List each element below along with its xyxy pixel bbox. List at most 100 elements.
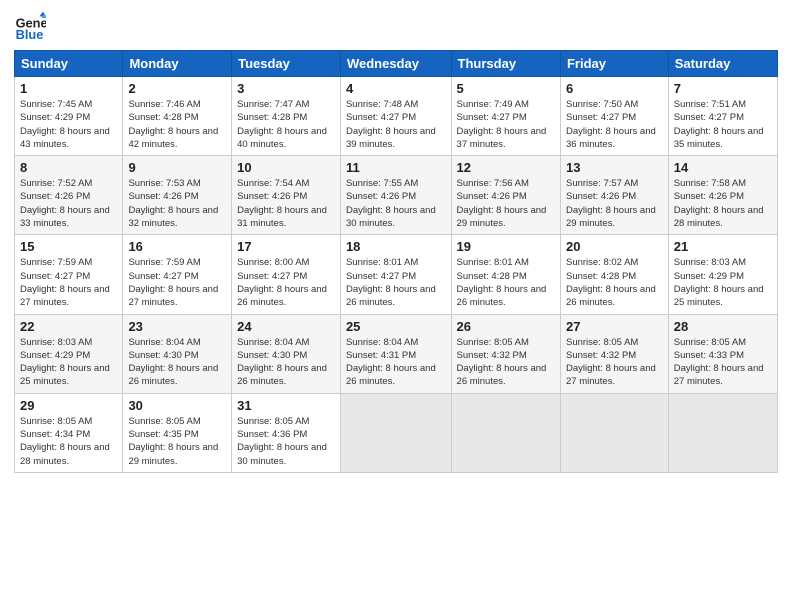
day-info: Sunrise: 7:51 AMSunset: 4:27 PMDaylight:…: [674, 98, 772, 151]
day-number: 9: [128, 160, 226, 175]
day-cell-8: 8 Sunrise: 7:52 AMSunset: 4:26 PMDaylight…: [15, 156, 123, 235]
day-info: Sunrise: 7:46 AMSunset: 4:28 PMDaylight:…: [128, 98, 226, 151]
day-number: 18: [346, 239, 446, 254]
day-number: 16: [128, 239, 226, 254]
day-info: Sunrise: 7:56 AMSunset: 4:26 PMDaylight:…: [457, 177, 555, 230]
day-info: Sunrise: 7:59 AMSunset: 4:27 PMDaylight:…: [20, 256, 117, 309]
page: General Blue SundayMondayTuesdayWednesda…: [0, 0, 792, 612]
day-info: Sunrise: 8:04 AMSunset: 4:31 PMDaylight:…: [346, 336, 446, 389]
empty-cell: [560, 393, 668, 472]
day-cell-2: 2 Sunrise: 7:46 AMSunset: 4:28 PMDaylight…: [123, 77, 232, 156]
day-number: 20: [566, 239, 663, 254]
day-info: Sunrise: 7:48 AMSunset: 4:27 PMDaylight:…: [346, 98, 446, 151]
day-info: Sunrise: 8:00 AMSunset: 4:27 PMDaylight:…: [237, 256, 335, 309]
day-info: Sunrise: 8:05 AMSunset: 4:32 PMDaylight:…: [566, 336, 663, 389]
day-cell-3: 3Sunrise: 7:47 AMSunset: 4:28 PMDaylight…: [232, 77, 341, 156]
day-number: 28: [674, 319, 772, 334]
day-number: 5: [457, 81, 555, 96]
empty-cell: [451, 393, 560, 472]
weekday-sunday: Sunday: [15, 51, 123, 77]
day-cell-30: 30 Sunrise: 8:05 AMSunset: 4:35 PMDayligh…: [123, 393, 232, 472]
day-number: 24: [237, 319, 335, 334]
day-number: 8: [20, 160, 117, 175]
day-number: 27: [566, 319, 663, 334]
day-info: Sunrise: 8:05 AMSunset: 4:33 PMDaylight:…: [674, 336, 772, 389]
day-cell-28: 28 Sunrise: 8:05 AMSunset: 4:33 PMDayligh…: [668, 314, 777, 393]
day-info: Sunrise: 8:03 AMSunset: 4:29 PMDaylight:…: [674, 256, 772, 309]
day-info: Sunrise: 8:01 AMSunset: 4:27 PMDaylight:…: [346, 256, 446, 309]
weekday-thursday: Thursday: [451, 51, 560, 77]
day-cell-6: 6Sunrise: 7:50 AMSunset: 4:27 PMDaylight…: [560, 77, 668, 156]
day-number: 15: [20, 239, 117, 254]
day-info: Sunrise: 7:53 AMSunset: 4:26 PMDaylight:…: [128, 177, 226, 230]
day-info: Sunrise: 7:50 AMSunset: 4:27 PMDaylight:…: [566, 98, 663, 151]
day-cell-9: 9 Sunrise: 7:53 AMSunset: 4:26 PMDaylight…: [123, 156, 232, 235]
day-number: 29: [20, 398, 117, 413]
day-number: 7: [674, 81, 772, 96]
day-cell-11: 11 Sunrise: 7:55 AMSunset: 4:26 PMDayligh…: [340, 156, 451, 235]
day-number: 13: [566, 160, 663, 175]
day-number: 25: [346, 319, 446, 334]
day-number: 11: [346, 160, 446, 175]
day-info: Sunrise: 8:04 AMSunset: 4:30 PMDaylight:…: [128, 336, 226, 389]
day-number: 21: [674, 239, 772, 254]
day-info: Sunrise: 7:59 AMSunset: 4:27 PMDaylight:…: [128, 256, 226, 309]
day-info: Sunrise: 7:58 AMSunset: 4:26 PMDaylight:…: [674, 177, 772, 230]
day-number: 31: [237, 398, 335, 413]
week-row-2: 8 Sunrise: 7:52 AMSunset: 4:26 PMDaylight…: [15, 156, 778, 235]
empty-cell: [340, 393, 451, 472]
day-number: 4: [346, 81, 446, 96]
day-info: Sunrise: 8:03 AMSunset: 4:29 PMDaylight:…: [20, 336, 117, 389]
day-cell-22: 22Sunrise: 8:03 AMSunset: 4:29 PMDayligh…: [15, 314, 123, 393]
day-number: 2: [128, 81, 226, 96]
day-cell-21: 21 Sunrise: 8:03 AMSunset: 4:29 PMDayligh…: [668, 235, 777, 314]
week-row-4: 22Sunrise: 8:03 AMSunset: 4:29 PMDayligh…: [15, 314, 778, 393]
day-number: 17: [237, 239, 335, 254]
day-number: 19: [457, 239, 555, 254]
weekday-tuesday: Tuesday: [232, 51, 341, 77]
day-info: Sunrise: 7:55 AMSunset: 4:26 PMDaylight:…: [346, 177, 446, 230]
day-number: 12: [457, 160, 555, 175]
day-cell-7: 7 Sunrise: 7:51 AMSunset: 4:27 PMDaylight…: [668, 77, 777, 156]
day-info: Sunrise: 8:02 AMSunset: 4:28 PMDaylight:…: [566, 256, 663, 309]
day-info: Sunrise: 7:45 AMSunset: 4:29 PMDaylight:…: [20, 98, 117, 151]
calendar-table: SundayMondayTuesdayWednesdayThursdayFrid…: [14, 50, 778, 473]
day-cell-14: 14 Sunrise: 7:58 AMSunset: 4:26 PMDayligh…: [668, 156, 777, 235]
day-number: 30: [128, 398, 226, 413]
day-cell-26: 26Sunrise: 8:05 AMSunset: 4:32 PMDayligh…: [451, 314, 560, 393]
day-info: Sunrise: 8:05 AMSunset: 4:35 PMDaylight:…: [128, 415, 226, 468]
logo: General Blue: [14, 10, 50, 42]
weekday-monday: Monday: [123, 51, 232, 77]
day-cell-17: 17 Sunrise: 8:00 AMSunset: 4:27 PMDayligh…: [232, 235, 341, 314]
logo-icon: General Blue: [14, 10, 46, 42]
day-info: Sunrise: 8:05 AMSunset: 4:34 PMDaylight:…: [20, 415, 117, 468]
week-row-3: 15 Sunrise: 7:59 AMSunset: 4:27 PMDayligh…: [15, 235, 778, 314]
day-info: Sunrise: 8:01 AMSunset: 4:28 PMDaylight:…: [457, 256, 555, 309]
day-info: Sunrise: 7:47 AMSunset: 4:28 PMDaylight:…: [237, 98, 335, 151]
day-cell-27: 27 Sunrise: 8:05 AMSunset: 4:32 PMDayligh…: [560, 314, 668, 393]
day-number: 23: [128, 319, 226, 334]
empty-cell: [668, 393, 777, 472]
header: General Blue: [14, 10, 778, 42]
day-cell-13: 13 Sunrise: 7:57 AMSunset: 4:26 PMDayligh…: [560, 156, 668, 235]
day-cell-12: 12 Sunrise: 7:56 AMSunset: 4:26 PMDayligh…: [451, 156, 560, 235]
day-info: Sunrise: 7:57 AMSunset: 4:26 PMDaylight:…: [566, 177, 663, 230]
svg-text:Blue: Blue: [16, 27, 44, 42]
day-cell-25: 25 Sunrise: 8:04 AMSunset: 4:31 PMDayligh…: [340, 314, 451, 393]
day-info: Sunrise: 7:49 AMSunset: 4:27 PMDaylight:…: [457, 98, 555, 151]
day-cell-23: 23 Sunrise: 8:04 AMSunset: 4:30 PMDayligh…: [123, 314, 232, 393]
day-info: Sunrise: 7:52 AMSunset: 4:26 PMDaylight:…: [20, 177, 117, 230]
day-info: Sunrise: 7:54 AMSunset: 4:26 PMDaylight:…: [237, 177, 335, 230]
day-number: 10: [237, 160, 335, 175]
day-cell-20: 20 Sunrise: 8:02 AMSunset: 4:28 PMDayligh…: [560, 235, 668, 314]
weekday-saturday: Saturday: [668, 51, 777, 77]
weekday-friday: Friday: [560, 51, 668, 77]
day-info: Sunrise: 8:05 AMSunset: 4:32 PMDaylight:…: [457, 336, 555, 389]
day-cell-10: 10 Sunrise: 7:54 AMSunset: 4:26 PMDayligh…: [232, 156, 341, 235]
day-info: Sunrise: 8:04 AMSunset: 4:30 PMDaylight:…: [237, 336, 335, 389]
day-cell-4: 4 Sunrise: 7:48 AMSunset: 4:27 PMDaylight…: [340, 77, 451, 156]
weekday-wednesday: Wednesday: [340, 51, 451, 77]
day-cell-15: 15 Sunrise: 7:59 AMSunset: 4:27 PMDayligh…: [15, 235, 123, 314]
day-info: Sunrise: 8:05 AMSunset: 4:36 PMDaylight:…: [237, 415, 335, 468]
day-number: 14: [674, 160, 772, 175]
